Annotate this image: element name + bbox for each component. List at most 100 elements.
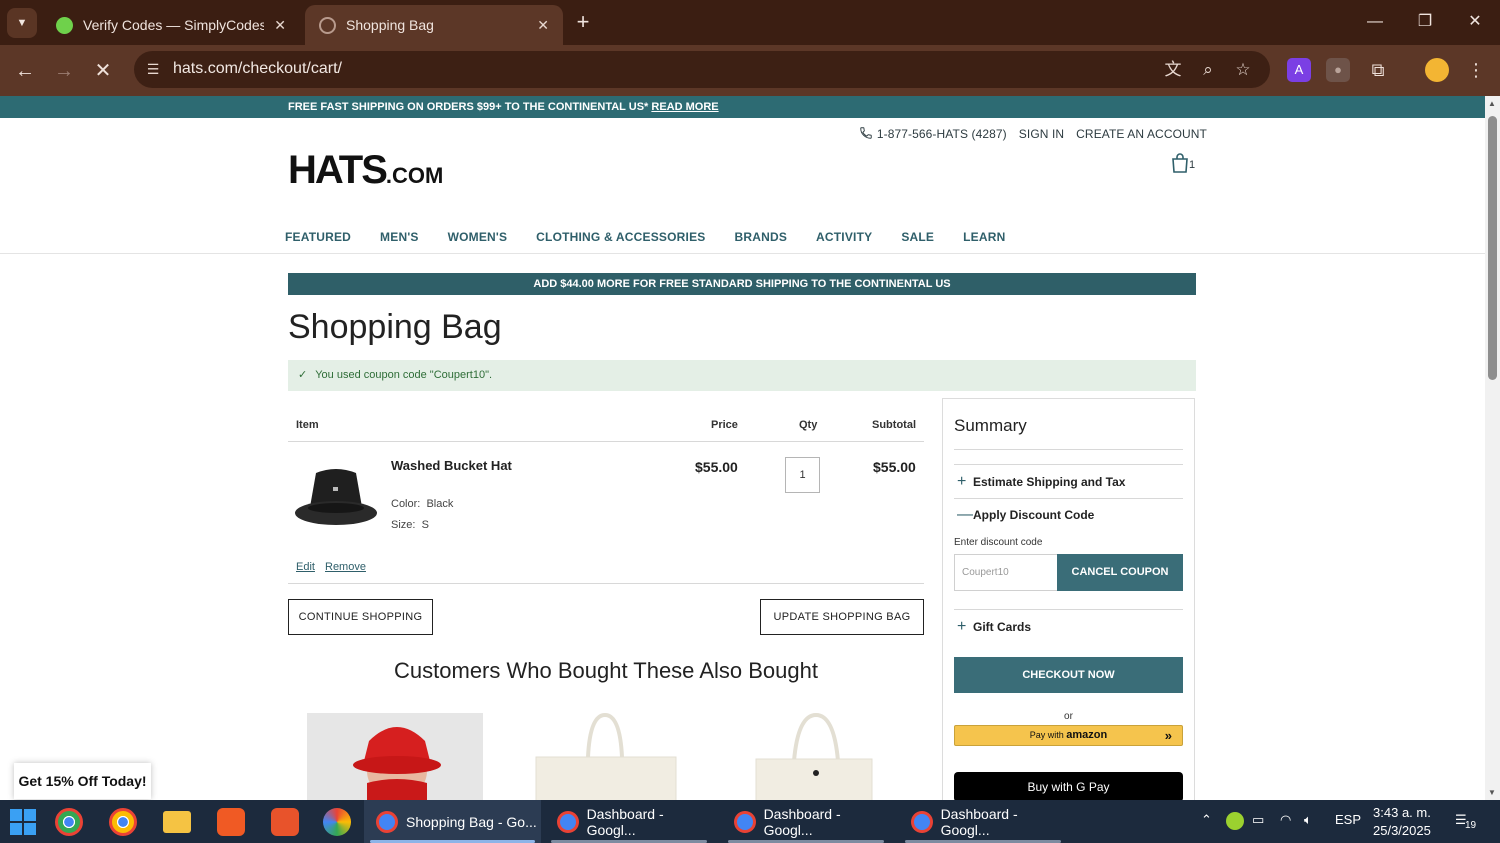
promo-bar: FREE FAST SHIPPING ON ORDERS $99+ TO THE… <box>0 96 1485 118</box>
canvas-tote-image <box>755 713 873 800</box>
table-header-divider <box>288 441 924 442</box>
windows-start-icon[interactable] <box>9 808 37 836</box>
browser-toolbar: ← → ✕ ☰ hats.com/checkout/cart/ 文 ⌕ ☆ A … <box>0 45 1500 96</box>
scrollbar-thumb[interactable] <box>1488 116 1497 380</box>
taskbar-window-dashboard-3[interactable]: Dashboard - Googl... <box>899 800 1067 843</box>
quantity-input[interactable]: 1 <box>785 457 820 493</box>
nav-featured[interactable]: FEATURED <box>285 230 351 244</box>
chrome-icon <box>376 810 398 833</box>
update-shopping-bag-button[interactable]: UPDATE SHOPPING BAG <box>760 599 924 635</box>
system-clock[interactable]: 3:43 a. m. 25/3/2025 <box>1373 804 1431 840</box>
forward-button[interactable]: → <box>50 57 78 85</box>
tab-search-dropdown[interactable]: ▼ <box>7 8 37 38</box>
brave-browser-icon[interactable] <box>217 808 245 836</box>
page-scrollbar[interactable]: ▲ ▼ <box>1485 96 1500 800</box>
nav-sale[interactable]: SALE <box>901 230 934 244</box>
file-explorer-icon[interactable] <box>163 811 191 833</box>
sign-in-link[interactable]: SIGN IN <box>1019 127 1064 141</box>
tray-app-icon[interactable] <box>1226 812 1244 830</box>
taskbar-window-dashboard-1[interactable]: Dashboard - Googl... <box>545 800 713 843</box>
col-header-item: Item <box>296 419 319 431</box>
nav-mens[interactable]: MEN'S <box>380 230 419 244</box>
nav-divider <box>0 253 1485 254</box>
app-icon[interactable] <box>271 808 299 836</box>
pay-with-amazon-button[interactable]: Pay with amazon » <box>954 725 1183 746</box>
recommended-product-tote-2[interactable] <box>746 713 922 800</box>
checkout-now-button[interactable]: CHECKOUT NOW <box>954 657 1183 693</box>
chrome-icon <box>911 810 933 833</box>
scroll-up-icon[interactable]: ▲ <box>1488 99 1496 108</box>
estimate-shipping-toggle[interactable]: + Estimate Shipping and Tax <box>957 473 1125 491</box>
profile-avatar[interactable] <box>1425 58 1449 82</box>
chrome-profile-taskbar-icon[interactable] <box>109 808 137 836</box>
bookmark-star-icon[interactable]: ☆ <box>1230 57 1256 83</box>
colorful-browser-icon[interactable] <box>323 808 351 836</box>
address-bar[interactable]: ☰ hats.com/checkout/cart/ 文 ⌕ ☆ <box>134 51 1270 88</box>
taskbar-window-shopping-bag[interactable]: Shopping Bag - Go... <box>364 800 541 843</box>
gift-cards-toggle[interactable]: + Gift Cards <box>957 618 1031 636</box>
shopping-bag-icon[interactable] <box>1170 153 1190 173</box>
close-tab-icon[interactable]: ✕ <box>274 17 286 34</box>
battery-icon[interactable]: ▭ <box>1252 812 1264 828</box>
nav-brands[interactable]: BRANDS <box>734 230 787 244</box>
extension-robot-icon[interactable]: ● <box>1326 58 1350 82</box>
discount-popup-button[interactable]: Get 15% Off Today! <box>14 763 151 799</box>
tab-simplycodes[interactable]: Verify Codes — SimplyCodes ✕ <box>42 5 300 45</box>
nav-activity[interactable]: ACTIVITY <box>816 230 872 244</box>
taskbar-window-dashboard-2[interactable]: Dashboard - Googl... <box>722 800 890 843</box>
create-account-link[interactable]: CREATE AN ACCOUNT <box>1076 127 1207 141</box>
taskbar-window-title: Dashboard - Googl... <box>940 805 1018 838</box>
amazon-prefix: Pay with <box>1029 730 1064 740</box>
summary-title: Summary <box>954 416 1027 435</box>
taskbar-window-title: Dashboard - Googl... <box>586 805 664 838</box>
show-hidden-icons-chevron-up-icon[interactable]: ⌃ <box>1201 812 1212 828</box>
phone-link[interactable]: 1-877-566-HATS (4287) <box>859 126 1007 141</box>
chrome-taskbar-icon[interactable] <box>55 808 83 836</box>
nav-womens[interactable]: WOMEN'S <box>448 230 508 244</box>
extensions-puzzle-icon[interactable]: ⧉ <box>1366 58 1390 82</box>
extension-a-icon[interactable]: A <box>1287 58 1311 82</box>
close-window-button[interactable]: ✕ <box>1460 9 1490 35</box>
order-summary-panel: Summary + Estimate Shipping and Tax —Appl… <box>942 398 1195 800</box>
summary-divider <box>954 609 1183 610</box>
read-more-link[interactable]: READ MORE <box>651 101 718 113</box>
apply-discount-toggle[interactable]: —Apply Discount Code <box>957 506 1094 524</box>
back-button[interactable]: ← <box>11 57 39 85</box>
browser-menu-icon[interactable]: ⋮ <box>1464 58 1488 82</box>
discount-code-input[interactable]: Coupert10 <box>954 554 1058 591</box>
site-logo[interactable]: HATS.COM <box>288 148 443 193</box>
continue-shopping-button[interactable]: CONTINUE SHOPPING <box>288 599 433 635</box>
recommended-product-tote-1[interactable] <box>530 713 706 800</box>
site-info-icon[interactable]: ☰ <box>142 58 164 80</box>
tab-shopping-bag[interactable]: Shopping Bag ✕ <box>305 5 563 45</box>
google-pay-button[interactable]: Buy with G Pay <box>954 772 1183 800</box>
translate-icon[interactable]: 文 <box>1160 57 1186 83</box>
clock-time: 3:43 a. m. <box>1373 805 1431 820</box>
close-tab-icon[interactable]: ✕ <box>537 17 549 34</box>
item-name[interactable]: Washed Bucket Hat <box>391 458 512 473</box>
promo-text: FREE FAST SHIPPING ON ORDERS $99+ TO THE… <box>288 101 649 113</box>
edit-item-link[interactable]: Edit <box>296 561 315 573</box>
zoom-icon[interactable]: ⌕ <box>1195 57 1221 83</box>
chevron-down-icon: ▼ <box>16 17 28 29</box>
recommended-product-red-hat[interactable] <box>307 713 483 800</box>
summary-divider <box>954 498 1183 499</box>
minus-icon: — <box>957 506 973 523</box>
windows-taskbar: Shopping Bag - Go... Dashboard - Googl..… <box>0 800 1500 843</box>
nav-clothing-accessories[interactable]: CLOTHING & ACCESSORIES <box>536 230 705 244</box>
bucket-hat-image[interactable] <box>294 463 378 529</box>
size-label: Size: <box>391 519 416 531</box>
cancel-coupon-button[interactable]: CANCEL COUPON <box>1057 554 1183 591</box>
stop-loading-button[interactable]: ✕ <box>89 57 117 85</box>
nav-learn[interactable]: LEARN <box>963 230 1005 244</box>
new-tab-button[interactable]: + <box>570 9 596 35</box>
plus-icon: + <box>957 473 967 490</box>
language-indicator[interactable]: ESP <box>1335 812 1361 827</box>
remove-item-link[interactable]: Remove <box>325 561 366 573</box>
wifi-icon[interactable]: ◠ <box>1280 812 1291 828</box>
plus-icon: + <box>957 618 967 635</box>
volume-icon[interactable]: 🔈︎ <box>1304 812 1312 828</box>
minimize-button[interactable]: — <box>1360 9 1390 35</box>
restore-button[interactable]: ❐ <box>1410 9 1440 35</box>
scroll-down-icon[interactable]: ▼ <box>1488 788 1496 797</box>
